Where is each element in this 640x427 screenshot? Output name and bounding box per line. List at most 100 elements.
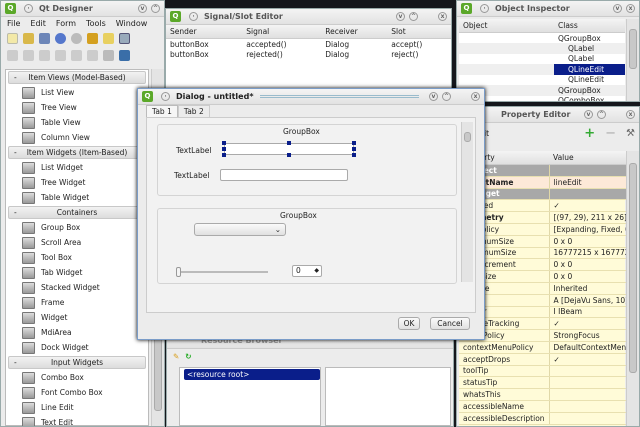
widget-item[interactable]: Dock Widget: [6, 340, 148, 355]
widget-mode-icon[interactable]: [119, 33, 130, 44]
property-row[interactable]: fontA [DejaVu Sans, 10]: [459, 294, 639, 307]
minimize-icon[interactable]: v: [613, 4, 622, 13]
widget-item[interactable]: Text Edit: [6, 415, 148, 426]
widget-category-header[interactable]: Item Widgets (Item-Based): [8, 146, 146, 159]
property-row[interactable]: baseSize0 x 0: [459, 270, 639, 283]
widget-item[interactable]: Column View: [6, 130, 148, 145]
minimize-icon[interactable]: v: [584, 110, 593, 119]
widget-item[interactable]: Table View: [6, 115, 148, 130]
connection-row[interactable]: buttonBox accepted() Dialog accept(): [166, 39, 451, 50]
object-row[interactable]: QLabel: [459, 43, 625, 54]
column-header[interactable]: Slot: [387, 25, 451, 39]
property-row[interactable]: geometry[(97, 29), 211 x 26]: [459, 211, 639, 224]
property-row[interactable]: minimumSize 0 x 0: [459, 235, 639, 248]
widget-item[interactable]: Tab Widget: [6, 265, 148, 280]
property-row[interactable]: objectName lineEdit: [459, 176, 639, 189]
add-property-icon[interactable]: +: [584, 126, 595, 141]
column-header[interactable]: Receiver: [321, 25, 388, 39]
menu-tools[interactable]: Tools: [86, 19, 106, 28]
property-scrollbar[interactable]: [626, 151, 639, 426]
close-icon[interactable]: x: [626, 110, 635, 119]
splitter-v-icon[interactable]: [55, 50, 66, 61]
property-row[interactable]: enabled✓: [459, 199, 639, 213]
layout-h-icon[interactable]: [7, 50, 18, 61]
widget-category-header[interactable]: Item Views (Model-Based): [8, 71, 146, 84]
combo-box[interactable]: ⌄: [194, 223, 286, 236]
widget-item[interactable]: Table Widget: [6, 190, 148, 205]
widget-item[interactable]: Line Edit: [6, 400, 148, 415]
widget-item[interactable]: List View: [6, 85, 148, 100]
property-row[interactable]: maximumSize 16777215 x 16777215: [459, 247, 639, 260]
minimize-icon[interactable]: v: [138, 4, 147, 13]
close-icon[interactable]: x: [626, 4, 635, 13]
widget-item[interactable]: List Widget: [6, 160, 148, 175]
menu-edit[interactable]: Edit: [30, 19, 46, 28]
remove-property-icon[interactable]: −: [605, 126, 616, 141]
widget-item[interactable]: Combo Box: [6, 370, 148, 385]
layout-form-icon[interactable]: [87, 50, 98, 61]
menu-form[interactable]: Form: [56, 19, 76, 28]
line-edit-2[interactable]: [220, 169, 348, 181]
menu-icon[interactable]: ·: [161, 92, 170, 101]
cancel-button[interactable]: Cancel: [430, 317, 470, 330]
close-icon[interactable]: x: [471, 92, 480, 101]
configure-icon[interactable]: ⚒: [626, 128, 635, 139]
object-row[interactable]: QLineEdit: [459, 75, 625, 86]
widget-category-header[interactable]: Containers: [8, 206, 146, 219]
menu-window[interactable]: Window: [116, 19, 148, 28]
property-row[interactable]: accessibleName: [459, 400, 639, 413]
widget-item[interactable]: Tree Widget: [6, 175, 148, 190]
object-row[interactable]: QLineEdit: [459, 64, 625, 75]
property-row[interactable]: mouseTracking ✓: [459, 317, 639, 331]
column-header[interactable]: Class: [554, 19, 625, 33]
open-icon[interactable]: [23, 33, 34, 44]
property-row[interactable]: whatsThis: [459, 388, 639, 401]
widget-category-header[interactable]: Input Widgets: [8, 356, 146, 369]
column-header[interactable]: Signal: [242, 25, 322, 39]
column-header[interactable]: Object: [459, 19, 554, 33]
property-row[interactable]: sizePolicy[Expanding, Fixed, 0, 0]: [459, 223, 639, 236]
object-row[interactable]: QLabel: [459, 54, 625, 65]
property-row[interactable]: accessibleDescription: [459, 412, 639, 425]
cut-icon[interactable]: [87, 33, 98, 44]
widget-item[interactable]: Font Combo Box: [6, 385, 148, 400]
save-icon[interactable]: [39, 33, 50, 44]
menu-icon[interactable]: ·: [189, 12, 198, 21]
object-row[interactable]: QGroupBox: [459, 33, 625, 44]
paste-icon[interactable]: [103, 33, 114, 44]
property-row[interactable]: statusTip: [459, 376, 639, 390]
object-tree-scrollbar[interactable]: [626, 19, 639, 101]
widget-item[interactable]: Tool Box: [6, 250, 148, 265]
minimize-icon[interactable]: v: [429, 92, 438, 101]
resource-root-item[interactable]: <resource root>: [184, 369, 320, 380]
widget-item[interactable]: Widget: [6, 310, 148, 325]
tab-2[interactable]: Tab 2: [177, 105, 210, 117]
undo-icon[interactable]: [55, 33, 66, 44]
property-row[interactable]: acceptDrops ✓: [459, 353, 639, 366]
maximize-icon[interactable]: ^: [597, 110, 606, 119]
tab-1[interactable]: Tab 1: [146, 105, 178, 117]
adjust-size-icon[interactable]: [119, 50, 130, 61]
property-row[interactable]: QObject: [459, 164, 639, 177]
column-header[interactable]: Sender: [166, 25, 243, 39]
property-row[interactable]: toolTip: [459, 365, 639, 378]
widget-item[interactable]: Tree View: [6, 100, 148, 115]
reload-icon[interactable]: ↻: [185, 352, 191, 361]
maximize-icon[interactable]: ^: [151, 4, 160, 13]
close-icon[interactable]: x: [438, 12, 447, 21]
layout-v-icon[interactable]: [23, 50, 34, 61]
property-row[interactable]: focusPolicyStrongFocus: [459, 329, 639, 342]
property-row[interactable]: sizeIncrement 0 x 0: [459, 258, 639, 272]
dialog-scrollbar[interactable]: [461, 122, 473, 282]
new-icon[interactable]: [7, 33, 18, 44]
widget-item[interactable]: Scroll Area: [6, 235, 148, 250]
connection-row[interactable]: buttonBox rejected() Dialog reject(): [166, 49, 451, 60]
widget-item[interactable]: Stacked Widget: [6, 280, 148, 295]
slider[interactable]: [176, 267, 268, 277]
property-row[interactable]: QWidget: [459, 188, 639, 201]
splitter-h-icon[interactable]: [39, 50, 50, 61]
menu-icon[interactable]: ·: [24, 4, 33, 13]
groupbox-1[interactable]: GroupBox TextLabel TextLabel: [157, 124, 457, 196]
menu-file[interactable]: File: [7, 19, 20, 28]
redo-icon[interactable]: [71, 33, 82, 44]
